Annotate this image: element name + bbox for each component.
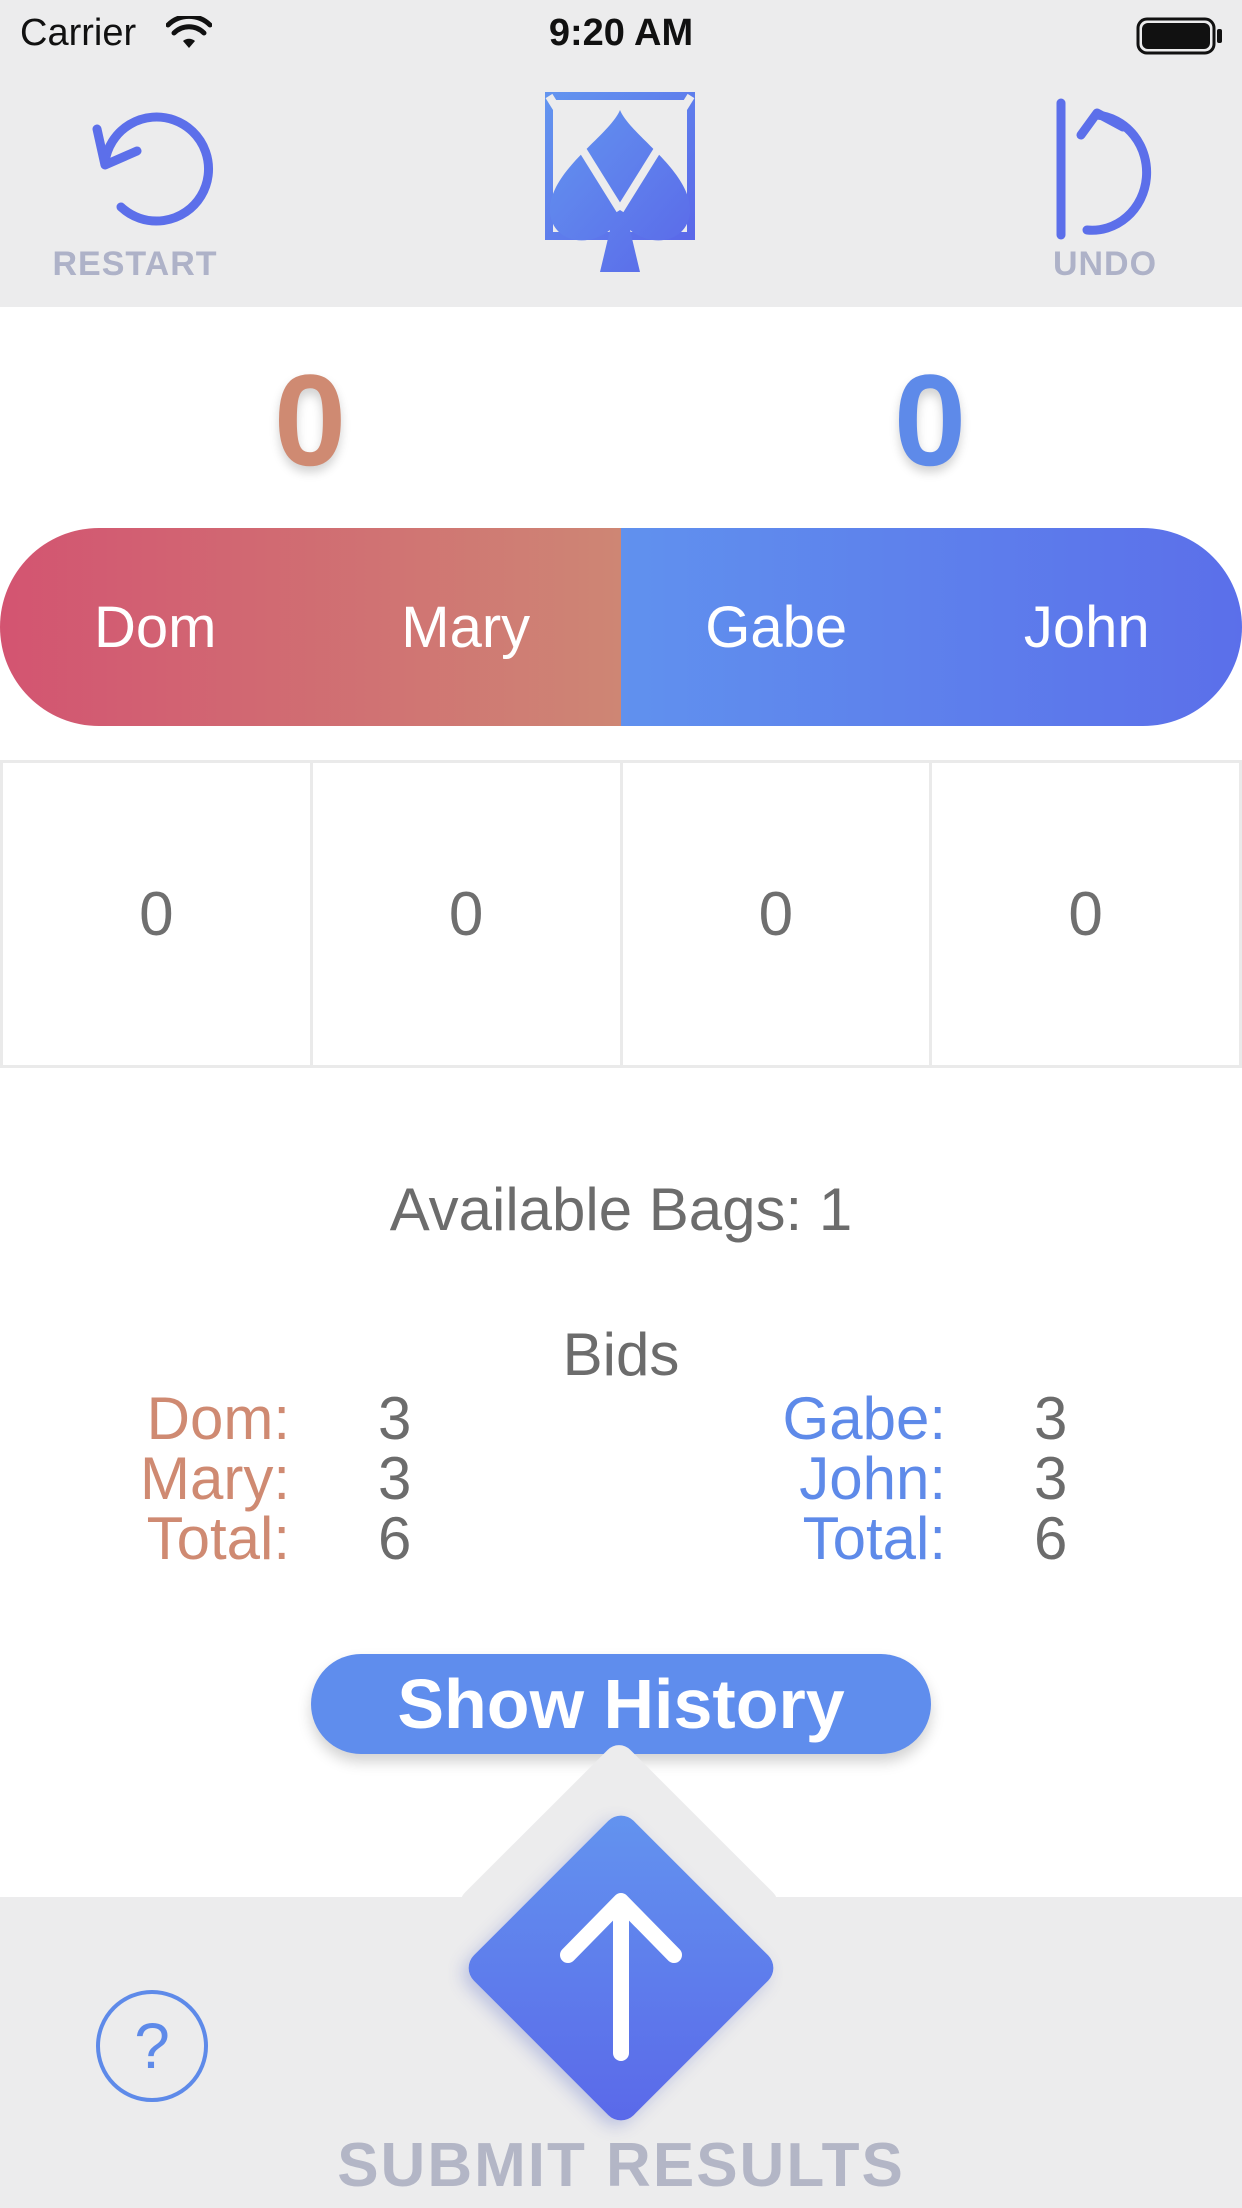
available-bags: Available Bags: 1 [389,1176,853,1243]
bid-total-value: 6 [1034,1505,1068,1572]
right-team: Gabe John [621,528,1242,726]
player-name-dom[interactable]: Dom [0,528,311,726]
tricks-cell-john[interactable]: 0 [929,760,1242,1068]
bid-value: 3 [378,1385,412,1452]
tricks-cell-gabe[interactable]: 0 [619,760,933,1068]
left-team-score: 0 [273,347,347,493]
battery-icon [1136,16,1224,61]
help-button[interactable]: ? [96,1990,208,2102]
restart-icon [92,112,213,226]
status-bar: Carrier 9:20 AM [0,0,1242,68]
bid-total-value: 6 [378,1505,412,1572]
bid-total-row: Total: 6 Total: 6 [0,1508,1242,1570]
team-names-bar: Dom Mary Gabe John [0,528,1242,726]
player-name-john[interactable]: John [932,528,1242,726]
right-team-score: 0 [893,347,967,493]
restart-button[interactable]: RESTART [35,95,235,290]
tricks-cell-dom[interactable]: 0 [0,760,313,1068]
undo-button[interactable]: UNDO [1005,95,1205,290]
show-history-button[interactable]: Show History [311,1654,931,1754]
player-name-gabe[interactable]: Gabe [621,528,932,726]
tricks-grid: 0 0 0 0 [0,760,1242,1068]
up-arrow-icon [546,1873,696,2068]
bid-label: John: [799,1445,946,1512]
bid-value: 3 [378,1445,412,1512]
clock: 9:20 AM [548,12,694,54]
submit-results-label: SUBMIT RESULTS [337,2131,905,2200]
left-team: Dom Mary [0,528,621,726]
bid-value: 3 [1034,1445,1068,1512]
bid-label: Gabe: [782,1385,946,1452]
tricks-cell-mary[interactable]: 0 [309,760,623,1068]
undo-label: UNDO [1052,245,1158,283]
bid-row: Dom: 3 Gabe: 3 [0,1388,1242,1450]
bid-total-label: Total: [146,1505,290,1572]
bid-total-label: Total: [802,1505,946,1572]
bids-title: Bids [562,1321,680,1388]
spade-card-icon [540,90,700,290]
restart-label: RESTART [52,245,218,283]
bid-label: Dom: [146,1385,290,1452]
bid-label: Mary: [140,1445,290,1512]
bid-row: Mary: 3 John: 3 [0,1448,1242,1510]
bid-value: 3 [1034,1385,1068,1452]
player-name-mary[interactable]: Mary [311,528,622,726]
undo-icon [1056,98,1152,240]
